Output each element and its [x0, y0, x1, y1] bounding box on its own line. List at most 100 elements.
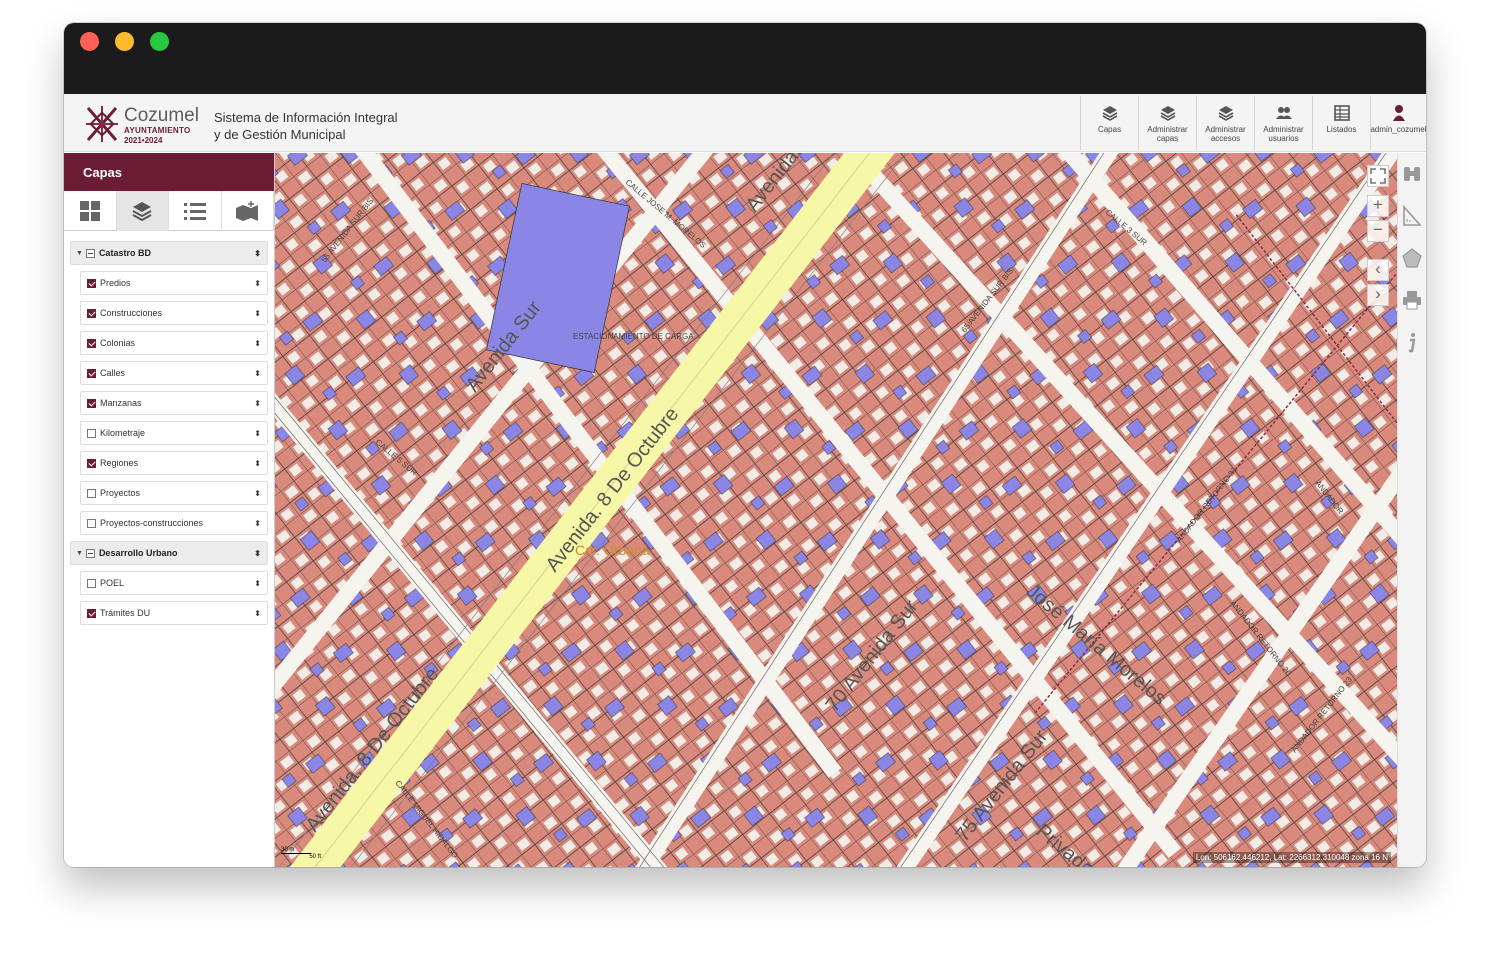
previous-extent-button[interactable]: ‹	[1367, 259, 1389, 281]
sort-arrows-icon[interactable]: ⬍	[254, 309, 261, 318]
zoom-controls: + −	[1367, 195, 1389, 242]
grid-icon	[79, 201, 100, 221]
tab-grid[interactable]	[64, 191, 117, 231]
app-window: Cozumel AYUNTAMIENTO 2021•2024 Sistema d…	[64, 23, 1426, 867]
sort-arrows-icon[interactable]: ⬍	[254, 429, 261, 438]
map-poi-label: ESTACIONAMIENTO DE CARGA	[573, 332, 694, 341]
scale-bottom-label: 50 ft	[309, 854, 321, 860]
system-title-line1: Sistema de Información Integral	[214, 110, 398, 125]
layer-row-calles[interactable]: Calles ⬍	[80, 361, 268, 385]
sort-arrows-icon[interactable]: ⬍	[254, 279, 261, 288]
scale-top-label: 30 m	[281, 847, 311, 854]
sidebar-title: Capas	[64, 153, 274, 191]
layer-label: Regiones	[100, 458, 139, 468]
layer-row-regiones[interactable]: Regiones ⬍	[80, 451, 268, 475]
layer-checkbox[interactable]	[87, 488, 96, 498]
sort-arrows-icon[interactable]: ⬍	[254, 609, 261, 618]
main-toolbar: Capas Administrar capas Administrar acce…	[1080, 96, 1426, 150]
system-title: Sistema de Información Integral y de Ges…	[214, 109, 398, 143]
zoom-out-button[interactable]: −	[1367, 220, 1389, 242]
layer-group-catastro[interactable]: ▼ Catastro BD ⬍	[70, 241, 268, 265]
tab-list[interactable]	[169, 191, 222, 231]
sort-arrows-icon[interactable]: ⬍	[254, 489, 261, 498]
close-window-button[interactable]	[80, 32, 99, 51]
layer-checkbox[interactable]	[87, 308, 96, 318]
layer-row-poel[interactable]: POEL ⬍	[80, 571, 268, 595]
sort-arrows-icon[interactable]: ⬍	[254, 459, 261, 468]
layer-row-proyectos-construcciones[interactable]: Proyectos-construcciones ⬍	[80, 511, 268, 535]
layer-checkbox[interactable]	[87, 278, 96, 288]
layer-checkbox[interactable]	[87, 398, 96, 408]
fullscreen-button[interactable]	[1367, 165, 1389, 187]
layer-label: POEL	[100, 578, 125, 588]
cadastral-map[interactable]: Avenida. 8 De Octubre Avenida. 8 De Octu…	[275, 153, 1397, 867]
layers-icon	[1218, 106, 1233, 121]
layer-checkbox[interactable]	[87, 458, 96, 468]
toolbar-listados-button[interactable]: Listados	[1312, 96, 1370, 150]
group-checkbox[interactable]	[85, 248, 95, 258]
table-icon	[1333, 105, 1350, 121]
layer-row-kilometraje[interactable]: Kilometraje ⬍	[80, 421, 268, 445]
map-tools-sidebar	[1397, 153, 1426, 867]
layer-group-desarrollo-urbano[interactable]: ▼ Desarrollo Urbano ⬍	[70, 541, 268, 565]
sort-arrows-icon[interactable]: ⬍	[254, 519, 261, 528]
layer-row-colonias[interactable]: Colonias ⬍	[80, 331, 268, 355]
layer-label: Trámites DU	[100, 608, 151, 618]
toolbar-label: Listados	[1326, 125, 1357, 134]
layer-checkbox[interactable]	[87, 608, 96, 618]
sort-arrows-icon[interactable]: ⬍	[254, 579, 261, 588]
toolbar-admin-capas-button[interactable]: Administrar capas	[1138, 96, 1196, 150]
sort-arrows-icon[interactable]: ⬍	[254, 249, 261, 258]
layer-checkbox[interactable]	[87, 518, 96, 528]
sort-arrows-icon[interactable]: ⬍	[254, 549, 261, 558]
maximize-window-button[interactable]	[150, 32, 169, 51]
tab-add-map[interactable]	[222, 191, 274, 231]
layers-icon	[1102, 106, 1117, 121]
layer-label: Colonias	[100, 338, 136, 348]
username-label: admin_cozumel	[1370, 125, 1426, 134]
cozumel-logo-icon	[86, 106, 118, 142]
history-controls: ‹ ›	[1367, 259, 1389, 306]
sort-arrows-icon[interactable]: ⬍	[254, 399, 261, 408]
info-icon[interactable]	[1402, 331, 1422, 353]
layer-label: Kilometraje	[100, 428, 146, 438]
next-extent-button[interactable]: ›	[1367, 284, 1389, 306]
layer-checkbox[interactable]	[87, 338, 96, 348]
layer-checkbox[interactable]	[87, 578, 96, 588]
layer-row-construcciones[interactable]: Construcciones ⬍	[80, 301, 268, 325]
user-menu-button[interactable]: admin_cozumel	[1370, 96, 1426, 150]
toolbar-label: Capas	[1097, 125, 1122, 134]
sort-arrows-icon[interactable]: ⬍	[254, 339, 261, 348]
map-canvas[interactable]: Avenida. 8 De Octubre Avenida. 8 De Octu…	[275, 153, 1397, 867]
ruler-icon[interactable]	[1402, 205, 1422, 227]
coordinates-readout: Lon: 506162.446212, Lat: 2266312.310048 …	[1192, 852, 1391, 863]
layer-row-manzanas[interactable]: Manzanas ⬍	[80, 391, 268, 415]
toolbar-admin-accesos-button[interactable]: Administrar accesos	[1196, 96, 1254, 150]
layer-label: Proyectos	[100, 488, 141, 498]
polygon-icon[interactable]	[1402, 247, 1422, 269]
expand-triangle-icon[interactable]: ▼	[76, 550, 83, 557]
toolbar-capas-button[interactable]: Capas	[1080, 96, 1138, 150]
binoculars-icon[interactable]	[1402, 163, 1422, 185]
brand-name: Cozumel	[124, 105, 199, 126]
colony-label: Col. Urbana	[575, 542, 650, 558]
expand-triangle-icon[interactable]: ▼	[76, 250, 83, 257]
toolbar-admin-usuarios-button[interactable]: Administrar usuarios	[1254, 96, 1312, 150]
brand-subtitle: AYUNTAMIENTO	[124, 126, 191, 135]
minimize-window-button[interactable]	[115, 32, 134, 51]
layer-row-proyectos[interactable]: Proyectos ⬍	[80, 481, 268, 505]
layer-row-predios[interactable]: Predios ⬍	[80, 271, 268, 295]
group-checkbox[interactable]	[85, 548, 95, 558]
layer-row-tramites-du[interactable]: Trámites DU ⬍	[80, 601, 268, 625]
sort-arrows-icon[interactable]: ⬍	[254, 369, 261, 378]
toolbar-label: Administrar accesos	[1205, 125, 1246, 143]
app-header: Cozumel AYUNTAMIENTO 2021•2024 Sistema d…	[64, 94, 1426, 152]
print-icon[interactable]	[1402, 289, 1422, 311]
scale-bar: 30 m 50 ft	[281, 847, 321, 861]
zoom-in-button[interactable]: +	[1367, 195, 1389, 217]
layer-tree: ▼ Catastro BD ⬍ Predios ⬍ Construcciones ⬍…	[64, 231, 274, 625]
layer-checkbox[interactable]	[87, 428, 96, 438]
tab-layers[interactable]	[116, 191, 169, 231]
layer-checkbox[interactable]	[87, 368, 96, 378]
group-label: Desarrollo Urbano	[98, 548, 178, 558]
